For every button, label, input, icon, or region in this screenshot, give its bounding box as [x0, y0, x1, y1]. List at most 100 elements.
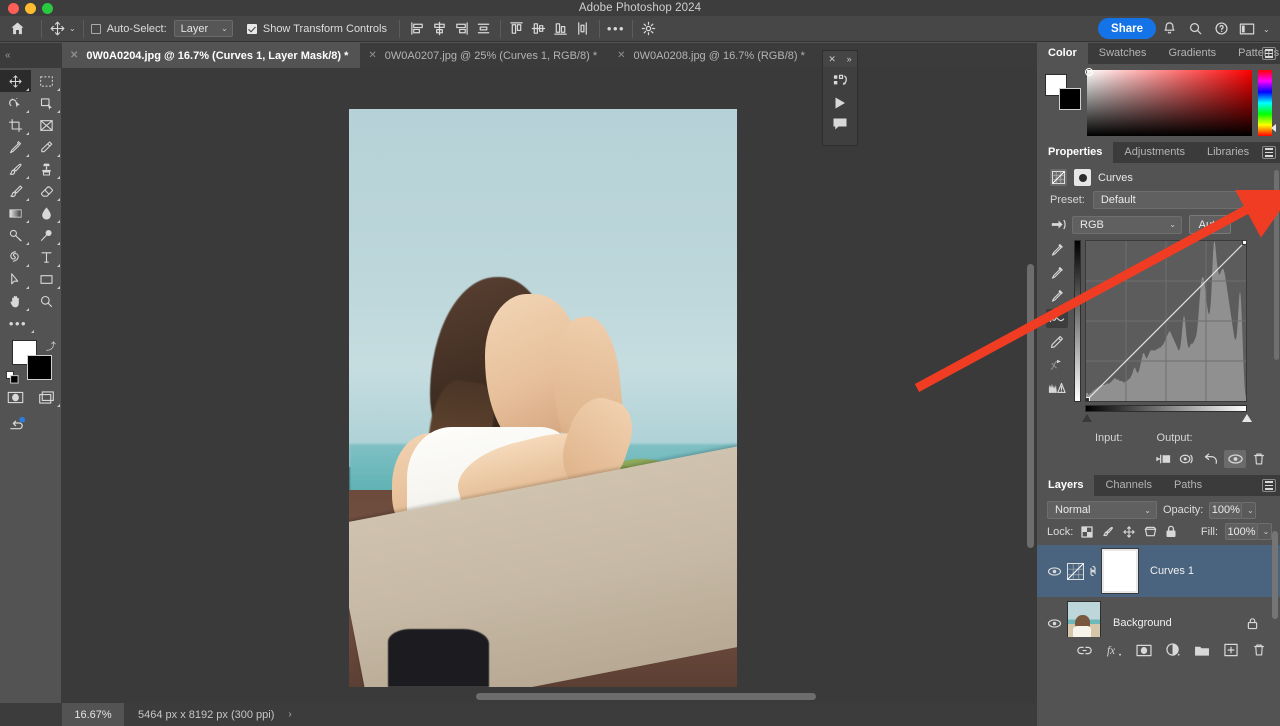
add-layer-mask-button[interactable]: [1136, 644, 1152, 657]
clipping-warning-icon[interactable]: [1046, 378, 1068, 397]
auto-select-target-dropdown[interactable]: Layer ⌄: [173, 20, 233, 37]
blend-mode-dropdown[interactable]: Normal ⌄: [1047, 501, 1157, 519]
lock-all-button[interactable]: [1164, 525, 1178, 539]
document-tab-2[interactable]: ✕ 0W0A0208.jpg @ 16.7% (RGB/8) *: [609, 43, 817, 68]
tool-object-selection[interactable]: [0, 92, 31, 114]
tool-move[interactable]: [0, 70, 31, 92]
layers-scrollbar[interactable]: [1272, 531, 1278, 619]
tool-dodge[interactable]: [0, 224, 31, 246]
floating-actions-panel[interactable]: ✕ »: [822, 50, 858, 146]
distribute-horizontally-button[interactable]: [473, 18, 495, 40]
link-layers-button[interactable]: [1077, 645, 1092, 656]
tab-adjustments[interactable]: Adjustments: [1113, 142, 1196, 163]
auto-button[interactable]: Auto: [1189, 215, 1231, 234]
lock-artboard-nesting-button[interactable]: [1143, 525, 1157, 539]
black-point-eyedropper[interactable]: [1046, 240, 1068, 259]
layer-mask-thumbnail[interactable]: [1101, 548, 1139, 594]
tool-horizontal-type[interactable]: [31, 246, 62, 268]
background-color-swatch[interactable]: [27, 355, 52, 380]
canvas-vertical-scrollbar[interactable]: [1024, 68, 1037, 689]
channel-dropdown[interactable]: RGB ⌄: [1072, 215, 1182, 234]
on-image-adjust-icon[interactable]: [1050, 217, 1068, 232]
tab-color[interactable]: Color: [1037, 43, 1088, 64]
tab-layers[interactable]: Layers: [1037, 475, 1095, 496]
more-options-button[interactable]: •••: [605, 18, 627, 40]
tool-eraser[interactable]: [31, 180, 62, 202]
white-point-eyedropper[interactable]: [1046, 286, 1068, 305]
preset-dropdown[interactable]: Default ⌄: [1092, 191, 1272, 209]
tool-hand[interactable]: [0, 290, 31, 312]
home-button[interactable]: [0, 21, 34, 36]
document-tab-1[interactable]: ✕ 0W0A0207.jpg @ 25% (Curves 1, RGB/8) *: [360, 43, 610, 68]
default-colors-icon[interactable]: [6, 371, 19, 384]
active-tool-selector[interactable]: ⌄: [49, 16, 76, 42]
tool-zoom[interactable]: [31, 290, 62, 312]
document-tab-0[interactable]: ✕ 0W0A0204.jpg @ 16.7% (Curves 1, Layer …: [62, 43, 361, 68]
align-vertical-centers-button[interactable]: [528, 18, 550, 40]
lock-transparent-pixels-button[interactable]: [1080, 525, 1094, 539]
layer-style-button[interactable]: fx: [1106, 644, 1122, 657]
close-floating-panel-button[interactable]: ✕: [828, 54, 836, 65]
white-input-slider[interactable]: [1242, 414, 1252, 422]
align-left-edges-button[interactable]: [407, 18, 429, 40]
status-expand-arrow[interactable]: ›: [274, 709, 291, 720]
align-bottom-edges-button[interactable]: [550, 18, 572, 40]
new-layer-button[interactable]: [1224, 643, 1238, 657]
delete-layer-button[interactable]: [1252, 643, 1266, 657]
curve-graph-area[interactable]: [1074, 240, 1254, 424]
notifications-button[interactable]: [1156, 16, 1182, 42]
scrollbar-thumb[interactable]: [476, 693, 816, 700]
fill-value[interactable]: 100%: [1225, 523, 1259, 540]
share-button[interactable]: Share: [1098, 18, 1156, 39]
properties-panel-menu-icon[interactable]: [1262, 146, 1276, 159]
swap-colors-icon[interactable]: ⤴: [46, 338, 56, 353]
new-adjustment-layer-button[interactable]: [1166, 643, 1180, 657]
black-input-slider[interactable]: [1082, 414, 1092, 422]
quick-mask-button[interactable]: [0, 386, 31, 408]
tool-path-selection[interactable]: [0, 268, 31, 290]
hue-marker[interactable]: [1271, 124, 1276, 132]
hue-ramp[interactable]: [1258, 70, 1276, 136]
tool-pen[interactable]: [0, 246, 31, 268]
tab-gradients[interactable]: Gradients: [1157, 43, 1227, 64]
opacity-value[interactable]: 100%: [1209, 501, 1243, 519]
document-image[interactable]: [349, 109, 737, 687]
new-group-button[interactable]: [1194, 644, 1210, 657]
tool-lasso[interactable]: [31, 92, 62, 114]
properties-scrollbar[interactable]: [1274, 170, 1279, 360]
canvas-horizontal-scrollbar[interactable]: [62, 690, 1024, 703]
mask-link-icon[interactable]: [1086, 564, 1100, 578]
expand-floating-panel-button[interactable]: »: [847, 54, 852, 64]
align-right-edges-button[interactable]: [451, 18, 473, 40]
tool-settings-button[interactable]: [638, 18, 660, 40]
tool-history-brush[interactable]: [0, 180, 31, 202]
search-button[interactable]: [1182, 16, 1208, 42]
align-top-edges-button[interactable]: [506, 18, 528, 40]
tool-frame[interactable]: [31, 114, 62, 136]
new-action-button[interactable]: [832, 73, 849, 89]
close-tab-icon[interactable]: ✕: [617, 50, 625, 61]
tool-edit-toolbar[interactable]: •••: [0, 312, 36, 334]
color-panel-background-swatch[interactable]: [1059, 88, 1081, 110]
color-field-picker[interactable]: [1085, 68, 1093, 76]
workspace-button[interactable]: [1234, 16, 1260, 42]
help-button[interactable]: [1208, 16, 1234, 42]
zoom-level-field[interactable]: 16.67%: [62, 703, 124, 726]
layer-visibility-toggle[interactable]: [1041, 618, 1067, 629]
view-previous-state-button[interactable]: [1176, 450, 1198, 468]
color-panel-menu-icon[interactable]: [1262, 47, 1276, 60]
layer-row-curves-1[interactable]: Curves 1: [1037, 545, 1280, 597]
tab-paths[interactable]: Paths: [1163, 475, 1213, 496]
tool-clone-stamp[interactable]: [31, 158, 62, 180]
close-tab-icon[interactable]: ✕: [368, 50, 376, 61]
opacity-stepper[interactable]: ⌄: [1242, 501, 1257, 519]
auto-select-checkbox[interactable]: Auto-Select:: [90, 16, 167, 42]
tool-eyedropper[interactable]: [0, 136, 31, 158]
tool-rectangle[interactable]: [31, 268, 62, 290]
fill-stepper[interactable]: ⌄: [1258, 523, 1273, 540]
tool-burn[interactable]: [31, 224, 62, 246]
pencil-tool[interactable]: [1046, 332, 1068, 351]
screen-mode-button[interactable]: [31, 386, 62, 408]
canvas-area[interactable]: [62, 68, 1037, 703]
tool-rectangular-marquee[interactable]: [31, 70, 62, 92]
